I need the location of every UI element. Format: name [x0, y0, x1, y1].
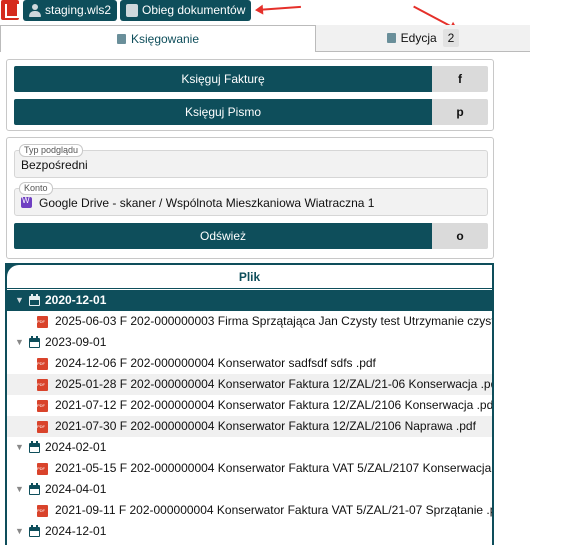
tab-bar: Księgowanie Edycja 2 [0, 25, 530, 52]
date-group-row[interactable]: ▼ 2024-04-01 [7, 479, 492, 500]
post-invoice-button[interactable]: Księguj Fakturę [14, 66, 432, 92]
file-row[interactable]: 2021-07-30 F 202-000000004 Konserwator F… [7, 416, 492, 437]
drive-icon [21, 196, 32, 208]
date-group-label: 2024-12-01 [45, 524, 107, 538]
calendar-icon [29, 525, 40, 537]
calendar-icon [29, 336, 40, 348]
file-row[interactable]: 2025-01-28 F 202-000000004 Konserwator F… [7, 374, 492, 395]
app-logo-icon[interactable] [1, 0, 19, 20]
document-icon [126, 4, 138, 17]
pdf-icon [37, 316, 48, 328]
post-letter-button[interactable]: Księguj Pismo [14, 99, 432, 125]
date-group-label: 2020-12-01 [45, 293, 107, 307]
tab-ksiegowanie[interactable]: Księgowanie [0, 25, 316, 52]
post-letter-shortcut[interactable]: p [432, 99, 488, 125]
document-workflow-button[interactable]: Obieg dokumentów [120, 0, 252, 21]
tab-label: Księgowanie [130, 32, 200, 46]
top-bar: staging.wls2 Obieg dokumentów [0, 0, 585, 24]
file-row[interactable]: 2021-09-11 F 202-000000004 Konserwator F… [7, 500, 492, 521]
view-type-label: Typ podglądu [19, 144, 84, 157]
tree-corner [7, 265, 19, 277]
chevron-down-icon[interactable]: ▼ [15, 437, 24, 458]
calendar-icon [29, 441, 40, 453]
date-group-row[interactable]: ▼ 2020-12-01 [7, 290, 492, 311]
chevron-down-icon[interactable]: ▼ [15, 521, 24, 542]
date-group-row[interactable]: ▼ 2024-12-01 [7, 521, 492, 542]
tab-edycja[interactable]: Edycja 2 [316, 25, 530, 52]
file-row[interactable]: 2025-06-03 F 202-000000003 Firma Sprząta… [7, 311, 492, 332]
file-row[interactable]: 2021-05-15 F 202-000000004 Konserwator F… [7, 458, 492, 479]
date-group-label: 2023-09-01 [45, 335, 107, 349]
chevron-down-icon[interactable]: ▼ [15, 290, 24, 311]
account-label: Konto [19, 182, 53, 195]
preview-settings-panel: Typ podglądu Bezpośredni Konto Google Dr… [6, 137, 494, 259]
chevron-down-icon[interactable]: ▼ [15, 479, 24, 500]
date-group-row[interactable]: ▼ 2024-02-01 [7, 437, 492, 458]
date-group-row[interactable]: ▼ 2023-09-01 [7, 332, 492, 353]
file-tree: Plik ▼ 2020-12-01 2025-06-03 F 202-0000000… [5, 263, 494, 545]
date-group-label: 2024-02-01 [45, 440, 107, 454]
file-name: 2024-12-06 F 202-000000004 Konserwator s… [55, 356, 376, 370]
date-group-label: 2024-04-01 [45, 482, 107, 496]
pdf-icon [37, 358, 48, 370]
pdf-icon [37, 421, 48, 433]
file-name: 2021-07-30 F 202-000000004 Konserwator F… [55, 419, 476, 433]
account-value: Google Drive - skaner / Wspólnota Mieszk… [39, 196, 375, 210]
environment-label: staging.wls2 [45, 3, 112, 17]
file-name: 2025-06-03 F 202-000000003 Firma Sprząta… [55, 314, 492, 328]
pdf-icon [37, 379, 48, 391]
view-type-value: Bezpośredni [21, 158, 88, 172]
file-row[interactable]: 2024-12-06 F 202-000000004 Konserwator s… [7, 353, 492, 374]
pdf-icon [37, 400, 48, 412]
pdf-icon [37, 505, 48, 517]
refresh-row: Odśwież o [14, 223, 488, 249]
document-icon [386, 33, 396, 43]
file-name: 2021-07-12 F 202-000000004 Konserwator F… [55, 398, 492, 412]
post-letter-row: Księguj Pismo p [14, 99, 488, 125]
view-type-field[interactable]: Typ podglądu Bezpośredni [14, 144, 488, 178]
refresh-button[interactable]: Odśwież [14, 223, 432, 249]
document-workflow-label: Obieg dokumentów [142, 3, 246, 17]
user-icon [29, 4, 41, 17]
post-invoice-row: Księguj Fakturę f [14, 66, 488, 92]
file-name: 2021-05-15 F 202-000000004 Konserwator F… [55, 461, 492, 475]
tab-label: Edycja [400, 31, 437, 45]
account-field[interactable]: Konto Google Drive - skaner / Wspólnota … [14, 182, 488, 216]
calendar-icon [29, 294, 40, 306]
count-badge: 2 [442, 29, 460, 47]
pdf-icon [37, 463, 48, 475]
file-name: 2021-09-11 F 202-000000004 Konserwator F… [55, 503, 492, 517]
post-invoice-shortcut[interactable]: f [432, 66, 488, 92]
environment-button[interactable]: staging.wls2 [23, 0, 118, 21]
chevron-down-icon[interactable]: ▼ [15, 332, 24, 353]
file-name: 2025-01-28 F 202-000000004 Konserwator F… [55, 377, 492, 391]
document-icon [116, 34, 126, 44]
calendar-icon [29, 483, 40, 495]
posting-actions-panel: Księguj Fakturę f Księguj Pismo p [6, 59, 494, 131]
column-header-file[interactable]: Plik [7, 265, 492, 289]
refresh-shortcut[interactable]: o [432, 223, 488, 249]
file-row[interactable]: 2021-07-12 F 202-000000004 Konserwator F… [7, 395, 492, 416]
